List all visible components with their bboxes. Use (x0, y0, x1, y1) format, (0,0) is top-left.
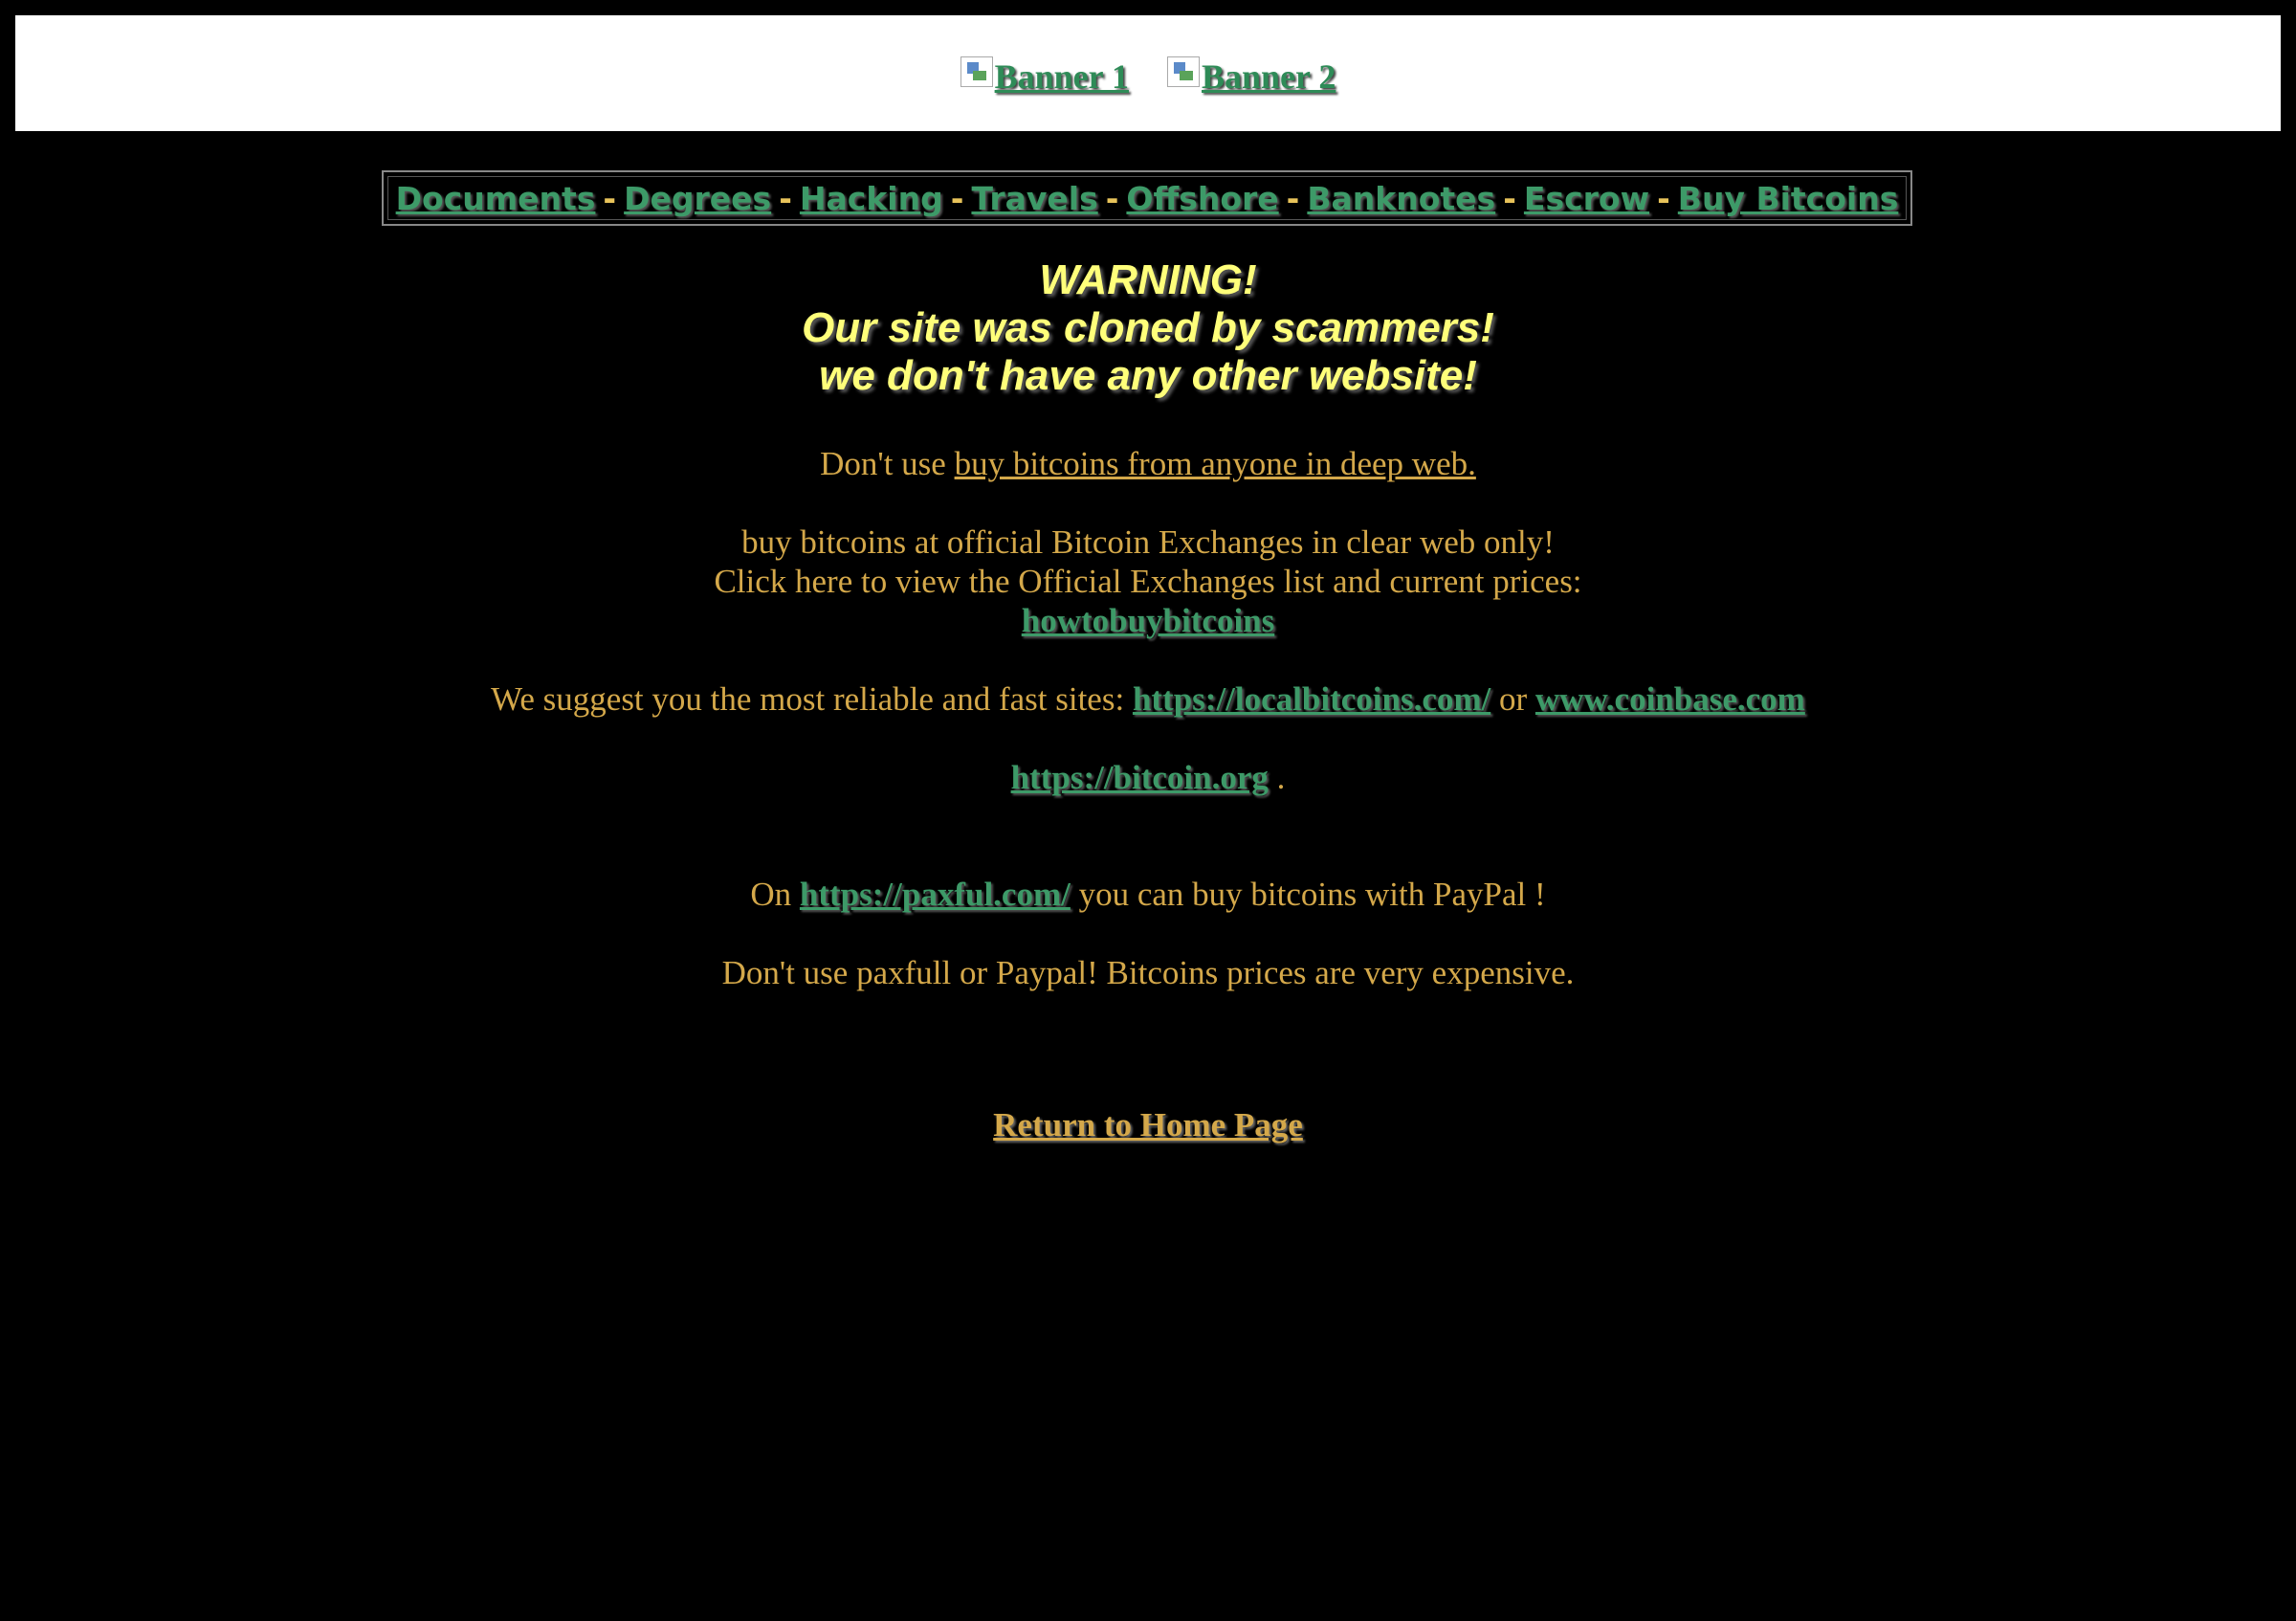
nav-link-hacking[interactable]: Hacking (800, 180, 943, 217)
paxful-link[interactable]: https://paxful.com/ (800, 876, 1071, 913)
nav-link-offshore[interactable]: Offshore (1126, 180, 1278, 217)
banner-bar: Banner 1 Banner 2 (15, 15, 2281, 131)
nav-link-banknotes[interactable]: Banknotes (1307, 180, 1495, 217)
banner-1-alt: Banner 1 (994, 56, 1129, 96)
banner-1-link[interactable]: Banner 1 (960, 56, 1129, 97)
nav-separator: - (779, 179, 792, 217)
banner-2-link[interactable]: Banner 2 (1167, 56, 1336, 97)
broken-image-icon (960, 56, 993, 87)
deep-web-link[interactable]: buy bitcoins from anyone in deep web. (955, 445, 1476, 482)
return-home-link[interactable]: Return to Home Page (993, 1106, 1303, 1144)
warning-line-2: Our site was cloned by scammers! (802, 304, 1494, 351)
warning-line-1: WARNING! (1039, 256, 1257, 303)
nav-link-buy-bitcoins[interactable]: Buy Bitcoins (1678, 180, 1899, 217)
bitcoin-org-paragraph: https://bitcoin.org . (0, 758, 2296, 797)
nav-row: Documents - Degrees - Hacking - Travels - Offsho… (396, 180, 1899, 217)
nav-separator: - (950, 179, 964, 217)
paxful-paragraph: On https://paxful.com/ you can buy bitco… (0, 875, 2296, 914)
howtobuybitcoins-link[interactable]: howtobuybitcoins (1022, 602, 1275, 639)
official-line-2: Click here to view the Official Exchange… (714, 563, 1582, 600)
dont-use-paragraph: Don't use buy bitcoins from anyone in de… (0, 444, 2296, 483)
nav-separator: - (1657, 179, 1670, 217)
nav-link-degrees[interactable]: Degrees (624, 180, 771, 217)
coinbase-link[interactable]: www.coinbase.com (1535, 680, 1805, 718)
home-link-paragraph: Return to Home Page (0, 1105, 2296, 1144)
suggest-or: or (1490, 680, 1535, 718)
suggest-prefix: We suggest you the most reliable and fas… (491, 680, 1133, 718)
nav-separator: - (603, 179, 617, 217)
broken-image-icon (1167, 56, 1200, 87)
banner-2-alt: Banner 2 (1202, 56, 1336, 96)
bitcoin-org-link[interactable]: https://bitcoin.org (1011, 759, 1269, 796)
paxful-prefix: On (750, 876, 800, 913)
nav-link-documents[interactable]: Documents (396, 180, 596, 217)
warning-line-3: we don't have any other website! (819, 352, 1477, 399)
official-line-1: buy bitcoins at official Bitcoin Exchang… (741, 523, 1555, 561)
paxful-suffix: you can buy bitcoins with PayPal ! (1070, 876, 1546, 913)
nav-separator: - (1286, 179, 1300, 217)
official-exchanges-paragraph: buy bitcoins at official Bitcoin Exchang… (0, 522, 2296, 640)
suggest-paragraph: We suggest you the most reliable and fas… (0, 679, 2296, 719)
nav-menu: Documents - Degrees - Hacking - Travels - Offsho… (382, 170, 1912, 226)
nav-link-travels[interactable]: Travels (971, 180, 1097, 217)
nav-link-escrow[interactable]: Escrow (1524, 180, 1649, 217)
dont-use-paypal-paragraph: Don't use paxfull or Paypal! Bitcoins pr… (721, 954, 1575, 991)
warning-heading: WARNING! Our site was cloned by scammers… (0, 256, 2296, 400)
nav-separator: - (1503, 179, 1516, 217)
localbitcoins-link[interactable]: https://localbitcoins.com/ (1133, 680, 1490, 718)
bitcoin-org-suffix: . (1268, 759, 1286, 796)
nav-separator: - (1105, 179, 1119, 217)
dont-use-prefix: Don't use (820, 445, 955, 482)
